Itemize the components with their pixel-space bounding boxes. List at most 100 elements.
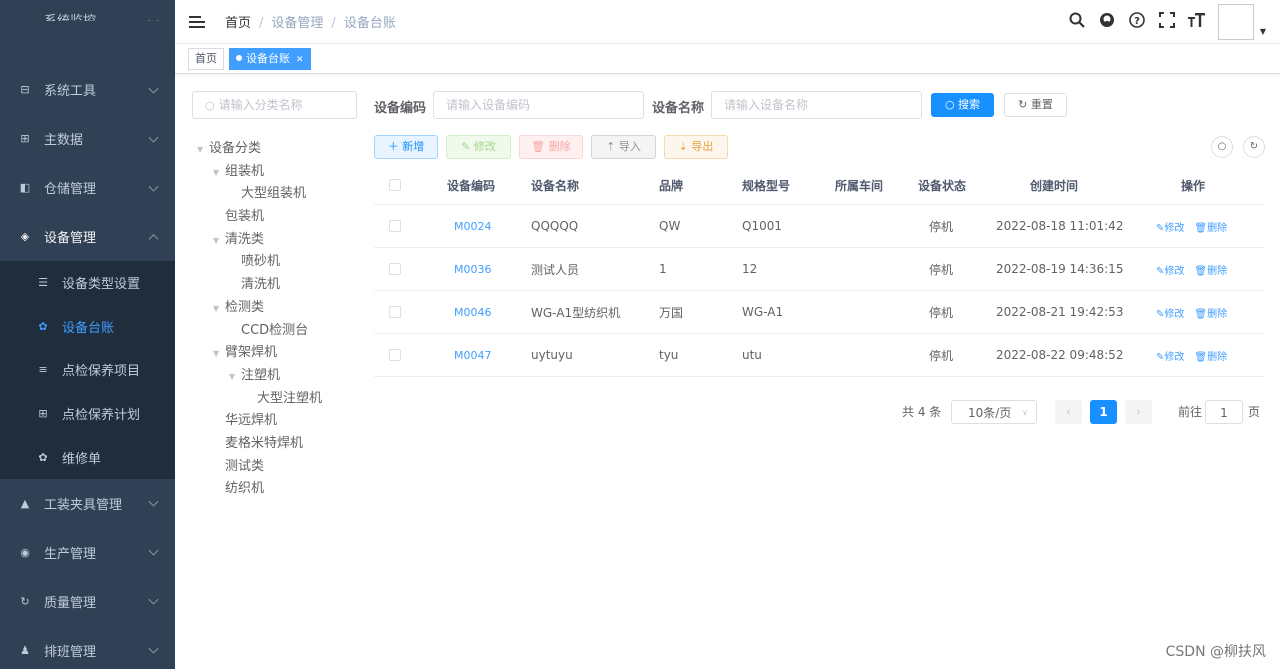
page-number-current[interactable]: 1 <box>1090 400 1117 424</box>
header-spec[interactable]: 规格型号 <box>742 166 790 204</box>
tree-node[interactable]: 大型组装机 <box>197 183 357 206</box>
sidebar-item-label: 系统工具 <box>44 84 97 99</box>
next-page-button[interactable]: › <box>1125 400 1152 424</box>
table-row[interactable]: M0047 uytuyu tyu utu 停机 2022-08-22 09:48:52 ✎修… <box>374 334 1264 377</box>
table-row[interactable]: M0036 测试人员 1 12 停机 2022-08-19 14:36:15 ✎修改 🗑删除 <box>374 248 1264 291</box>
tree-node[interactable]: 包装机 <box>197 206 357 229</box>
cell-created: 2022-08-19 14:36:15 <box>996 262 1124 276</box>
tag-home[interactable]: 首页 <box>188 48 224 70</box>
header-code[interactable]: 设备编码 <box>447 166 495 204</box>
tree-node[interactable]: 喷砂机 <box>197 251 357 274</box>
row-edit-link[interactable]: ✎修改 <box>1156 305 1184 320</box>
tree-node[interactable]: 华远焊机 <box>197 410 357 433</box>
tree-node[interactable]: 测试类 <box>197 456 357 479</box>
caret-down-icon[interactable]: ▼ <box>213 230 225 253</box>
sidebar-item-equipment-ledger[interactable]: ✿ 设备台账 <box>0 305 175 349</box>
row-checkbox[interactable] <box>389 205 401 247</box>
table-row[interactable]: M0046 WG-A1型纺织机 万国 WG-A1 停机 2022-08-21 19:42:… <box>374 291 1264 334</box>
sidebar-item-quality[interactable]: ↻ 质量管理 <box>0 577 175 626</box>
search-icon[interactable] <box>1062 12 1092 32</box>
tree-node[interactable]: ▼ 臂架焊机 <box>197 342 357 365</box>
sidebar-item-scheduling[interactable]: ♟ 排班管理 <box>0 626 175 669</box>
tree-node-label: 大型组装机 <box>241 186 307 202</box>
row-edit-link[interactable]: ✎修改 <box>1156 348 1184 363</box>
fullscreen-icon[interactable] <box>1152 12 1182 32</box>
caret-down-icon[interactable]: ▼ <box>213 343 225 366</box>
tree-node[interactable]: CCD检测台 <box>197 320 357 343</box>
search-button[interactable]: ○ 搜索 <box>931 93 994 117</box>
toggle-search-button[interactable]: ○ <box>1211 136 1233 158</box>
caret-down-icon[interactable]: ▼ <box>1260 27 1266 36</box>
tree-node[interactable]: ▼ 检测类 <box>197 297 357 320</box>
github-icon[interactable] <box>1092 12 1122 32</box>
category-search-input[interactable]: ○ 请输入分类名称 <box>192 91 357 119</box>
cell-code[interactable]: M0047 <box>454 334 492 376</box>
sidebar-item-check-items[interactable]: ≡ 点检保养项目 <box>0 348 175 392</box>
header-name[interactable]: 设备名称 <box>531 166 579 204</box>
tree-node[interactable]: ▼ 清洗类 <box>197 229 357 252</box>
cell-actions: ✎修改 🗑删除 <box>1156 334 1237 376</box>
cell-code[interactable]: M0036 <box>454 248 492 290</box>
close-icon[interactable]: ✕ <box>296 55 304 65</box>
header-brand[interactable]: 品牌 <box>659 166 683 204</box>
table-row[interactable]: M0024 QQQQQ QW Q1001 停机 2022-08-18 11:01:42 ✎修… <box>374 205 1264 248</box>
row-delete-link[interactable]: 🗑删除 <box>1194 219 1227 234</box>
row-delete-link[interactable]: 🗑删除 <box>1194 348 1227 363</box>
tree-node[interactable]: 大型注塑机 <box>197 388 357 411</box>
tree-node[interactable]: ▼ 注塑机 <box>197 365 357 388</box>
import-button[interactable]: ⇡ 导入 <box>591 135 656 159</box>
header-workshop[interactable]: 所属车间 <box>835 166 883 204</box>
tree-node[interactable]: 清洗机 <box>197 274 357 297</box>
sidebar-item-repair[interactable]: ✿ 维修单 <box>0 435 175 479</box>
row-edit-link[interactable]: ✎修改 <box>1156 219 1184 234</box>
select-all-checkbox[interactable] <box>389 166 401 204</box>
caret-down-icon[interactable]: ▼ <box>213 298 225 321</box>
delete-button[interactable]: 🗑 删除 <box>519 135 583 159</box>
breadcrumb-home[interactable]: 首页 <box>225 16 251 31</box>
caret-down-icon[interactable]: ▼ <box>197 139 209 162</box>
tree-node[interactable]: 纺织机 <box>197 478 357 501</box>
sidebar-item-equipment-type[interactable]: ☰ 设备类型设置 <box>0 261 175 305</box>
sidebar-item-production[interactable]: ◉ 生产管理 <box>0 528 175 577</box>
caret-down-icon[interactable]: ▼ <box>229 366 241 389</box>
row-checkbox[interactable] <box>389 334 401 376</box>
sidebar-item-equipment[interactable]: ◈ 设备管理 <box>0 212 175 261</box>
hamburger-icon[interactable] <box>189 15 205 28</box>
cell-code[interactable]: M0046 <box>454 291 492 333</box>
code-input[interactable]: 请输入设备编码 <box>433 91 644 119</box>
edit-button[interactable]: ✎ 修改 <box>446 135 511 159</box>
row-checkbox[interactable] <box>389 248 401 290</box>
row-delete-link[interactable]: 🗑删除 <box>1194 262 1227 277</box>
sidebar-item-monitor[interactable]: ▭ 系统监控 <box>0 0 175 21</box>
header-created[interactable]: 创建时间 <box>1030 166 1078 204</box>
tree-node[interactable]: 麦格米特焊机 <box>197 433 357 456</box>
row-checkbox[interactable] <box>389 291 401 333</box>
sidebar-item-master-data[interactable]: ⊞ 主数据 <box>0 114 175 163</box>
sidebar-item-check-plan[interactable]: ⊞ 点检保养计划 <box>0 392 175 436</box>
export-button[interactable]: ⇣ 导出 <box>664 135 728 159</box>
caret-down-icon[interactable]: ▼ <box>213 162 225 185</box>
tree-node-label: 设备分类 <box>209 141 262 156</box>
tree-node-label: 喷砂机 <box>241 254 281 270</box>
tree-node[interactable]: ▼ 设备分类 <box>197 138 357 161</box>
tag-current[interactable]: 设备台账 ✕ <box>229 48 311 70</box>
help-icon[interactable]: ? <box>1122 12 1152 32</box>
refresh-button[interactable]: ↻ <box>1243 136 1265 158</box>
cell-code[interactable]: M0024 <box>454 205 492 247</box>
sidebar-item-fixtures[interactable]: ▲ 工装夹具管理 <box>0 479 175 528</box>
breadcrumb-equipment[interactable]: 设备管理 <box>271 16 323 31</box>
reset-button[interactable]: ↻ 重置 <box>1004 93 1067 117</box>
name-input[interactable]: 请输入设备名称 <box>711 91 922 119</box>
page-size-select[interactable]: 10条/页 ∨ <box>951 400 1037 424</box>
avatar[interactable] <box>1217 4 1254 40</box>
font-size-icon[interactable] <box>1182 12 1212 32</box>
add-button[interactable]: ＋ 新增 <box>374 135 438 159</box>
tree-node[interactable]: ▼ 组装机 <box>197 161 357 184</box>
prev-page-button[interactable]: ‹ <box>1055 400 1082 424</box>
row-edit-link[interactable]: ✎修改 <box>1156 262 1184 277</box>
header-status[interactable]: 设备状态 <box>918 166 966 204</box>
sidebar-item-tools[interactable]: ⊟ 系统工具 <box>0 65 175 114</box>
sidebar-item-warehouse[interactable]: ◧ 仓储管理 <box>0 163 175 212</box>
goto-page-input[interactable]: 1 <box>1205 400 1243 424</box>
row-delete-link[interactable]: 🗑删除 <box>1194 305 1227 320</box>
